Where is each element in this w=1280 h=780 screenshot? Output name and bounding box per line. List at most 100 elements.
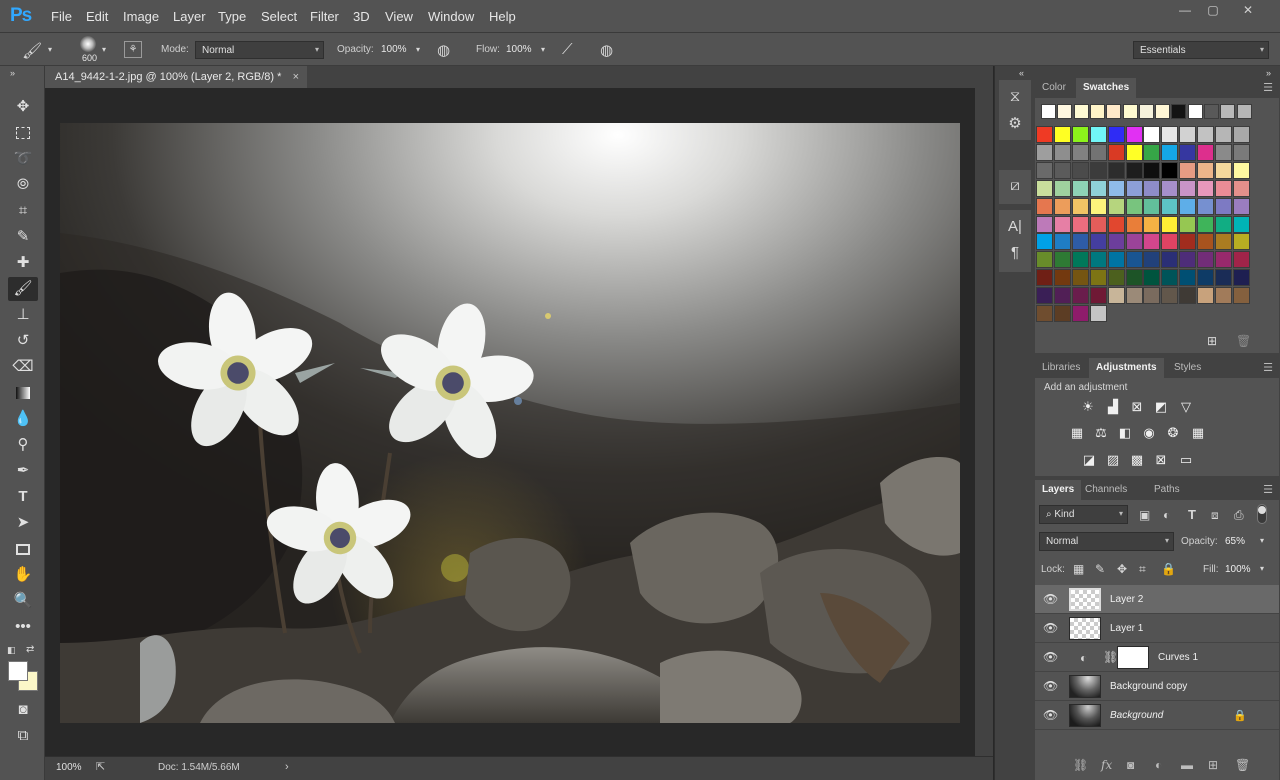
filter-smart-object-icon[interactable]: ⎙ (1234, 508, 1244, 523)
swatch[interactable] (1179, 269, 1197, 287)
swatch[interactable] (1125, 126, 1143, 143)
swatch[interactable] (1143, 287, 1161, 305)
gradient-map-icon[interactable]: ▭ (1178, 452, 1194, 468)
move-tool-icon[interactable]: ✥ (8, 95, 38, 119)
swatch[interactable] (1179, 233, 1197, 251)
swatch[interactable] (1125, 143, 1143, 161)
swatch[interactable] (1125, 215, 1143, 233)
swatch[interactable] (1053, 161, 1071, 179)
collapse-panels-icon[interactable]: » (1266, 68, 1271, 78)
swatch[interactable] (1197, 251, 1215, 269)
swatch[interactable] (1215, 269, 1232, 287)
swatch[interactable] (1036, 197, 1053, 215)
swatch[interactable] (1143, 197, 1161, 215)
swatch[interactable] (1053, 287, 1071, 305)
history-icon[interactable]: ⧖ (1006, 88, 1024, 105)
swatch[interactable] (1071, 233, 1089, 251)
swatch[interactable] (1232, 251, 1250, 269)
swatch[interactable] (1215, 287, 1232, 305)
swatch[interactable] (1215, 179, 1232, 197)
recent-swatch[interactable] (1057, 104, 1073, 119)
swatch[interactable] (1053, 269, 1071, 287)
swatch[interactable] (1107, 179, 1125, 197)
swatch[interactable] (1089, 233, 1107, 251)
swatch[interactable] (1197, 197, 1215, 215)
layer-opacity-input[interactable]: 65% (1225, 536, 1245, 547)
swatch[interactable] (1125, 269, 1143, 287)
new-group-icon[interactable]: ▬ (1181, 758, 1193, 772)
hue-saturation-icon[interactable]: ▦ (1069, 425, 1085, 441)
levels-icon[interactable]: ▟ (1105, 399, 1121, 415)
curves-icon[interactable]: ⊠ (1129, 399, 1145, 415)
swatch[interactable] (1071, 143, 1089, 161)
menu-filter[interactable]: Filter (310, 9, 339, 24)
swatch[interactable] (1215, 143, 1232, 161)
pressure-size-icon[interactable]: ◍ (600, 41, 613, 59)
swatch[interactable] (1125, 197, 1143, 215)
airbrush-icon[interactable]: ⟋ (562, 41, 573, 58)
vibrance-icon[interactable]: ▽ (1178, 399, 1194, 415)
recent-swatch[interactable] (1122, 104, 1138, 119)
swatch[interactable] (1197, 161, 1215, 179)
recent-swatch[interactable] (1073, 104, 1089, 119)
mode-select[interactable]: Normal ▾ (195, 41, 324, 59)
swatch[interactable] (1107, 269, 1125, 287)
swatch[interactable] (1053, 305, 1071, 322)
screen-mode-icon[interactable]: ⧉ (8, 724, 38, 748)
crop-tool-icon[interactable]: ⌗ (8, 199, 38, 223)
swatch[interactable] (1053, 215, 1071, 233)
share-icon[interactable]: ⇱ (96, 760, 105, 773)
history-brush-tool-icon[interactable]: ↺ (8, 329, 38, 353)
link-layers-icon[interactable]: ⛓ (1073, 758, 1088, 772)
swatch[interactable] (1053, 197, 1071, 215)
pressure-opacity-icon[interactable]: ◍ (437, 41, 450, 59)
channel-mixer-icon[interactable]: ❂ (1165, 425, 1181, 441)
tab-libraries[interactable]: Libraries (1035, 358, 1087, 378)
swatch[interactable] (1107, 197, 1125, 215)
swatch[interactable] (1143, 126, 1161, 143)
default-colors-icon[interactable]: ◧ (7, 645, 16, 656)
lock-all-icon[interactable]: 🔒 (1161, 562, 1176, 576)
swatch[interactable] (1107, 143, 1125, 161)
photoshop-logo[interactable]: Ps (10, 5, 32, 27)
swatch[interactable] (1232, 287, 1250, 305)
delete-swatch-icon[interactable]: 🗑 (1236, 334, 1251, 348)
tab-adjustments[interactable]: Adjustments (1089, 358, 1164, 378)
swatch[interactable] (1179, 126, 1197, 143)
gradient-tool-icon[interactable] (8, 381, 38, 405)
menu-image[interactable]: Image (123, 9, 159, 24)
swatch[interactable] (1089, 287, 1107, 305)
swatch[interactable] (1197, 126, 1215, 143)
vertical-scrollbar[interactable] (975, 88, 993, 756)
swatch[interactable] (1053, 251, 1071, 269)
swatch[interactable] (1143, 143, 1161, 161)
visibility-eye-icon[interactable]: 👁 (1043, 708, 1058, 722)
visibility-eye-icon[interactable]: 👁 (1043, 621, 1058, 635)
swatch[interactable] (1036, 126, 1053, 143)
chevron-down-icon[interactable]: ▾ (1260, 564, 1264, 573)
quick-mask-icon[interactable]: ◙ (8, 698, 38, 722)
brush-preset-icon[interactable]: 🖌 (22, 41, 42, 61)
swatch[interactable] (1125, 287, 1143, 305)
zoom-tool-icon[interactable]: 🔍 (8, 589, 38, 613)
chevron-down-icon[interactable]: ▾ (541, 45, 545, 54)
flow-input[interactable]: 100% (506, 44, 532, 55)
posterize-icon[interactable]: ▨ (1105, 452, 1121, 468)
menu-view[interactable]: View (385, 9, 413, 24)
menu-file[interactable]: File (51, 9, 72, 24)
foreground-color-swatch[interactable] (8, 661, 28, 681)
swatch[interactable] (1036, 233, 1053, 251)
layer-row-background-copy[interactable]: 👁 Background copy (1035, 672, 1279, 701)
brush-tool-icon[interactable]: 🖌 (8, 277, 38, 301)
quick-select-tool-icon[interactable]: ⦾ (8, 173, 38, 197)
delete-layer-icon[interactable]: 🗑 (1235, 758, 1250, 772)
layer-row-background[interactable]: 👁 Background 🔒 (1035, 701, 1279, 730)
swatch[interactable] (1089, 126, 1107, 143)
visibility-eye-icon[interactable]: 👁 (1043, 592, 1058, 606)
swatch[interactable] (1161, 179, 1179, 197)
collapse-dock-icon[interactable]: « (1019, 68, 1024, 78)
brushes-panel-icon[interactable]: ⧄ (1006, 177, 1024, 194)
swatch[interactable] (1089, 269, 1107, 287)
visibility-eye-icon[interactable]: 👁 (1043, 650, 1058, 664)
swatch[interactable] (1232, 197, 1250, 215)
